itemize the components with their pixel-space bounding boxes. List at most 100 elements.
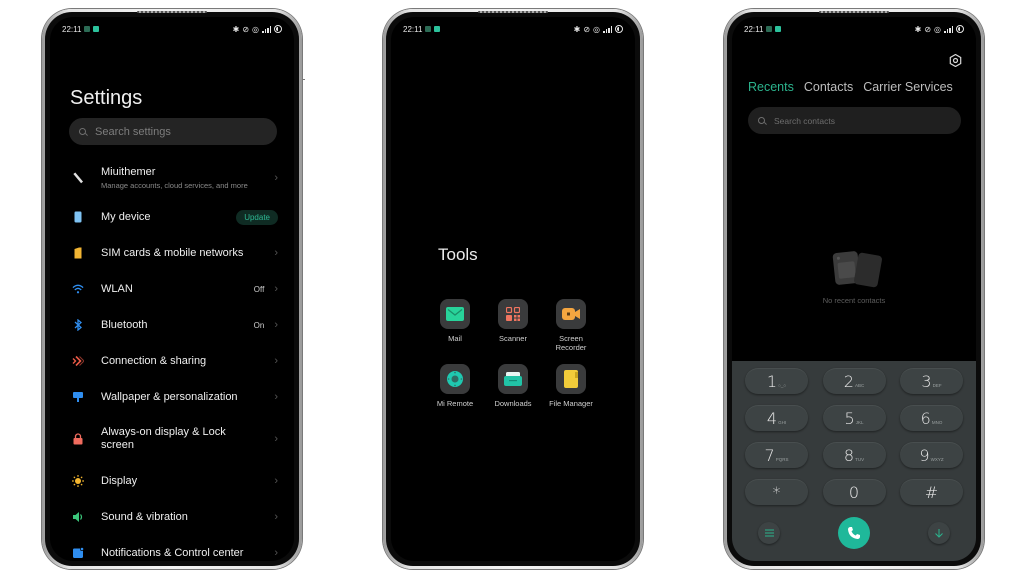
tools-grid: Mail Scanner Screen Recorder Mi Remote D…: [435, 299, 600, 408]
chevron-right-icon: ›: [274, 247, 278, 259]
dialer-tabs: Recents Contacts Carrier Services: [748, 80, 953, 94]
chevron-right-icon: ›: [274, 475, 278, 487]
empty-state-text: No recent contacts: [822, 296, 886, 305]
status-bar: 22:11 ✱ ⊘ ◎: [403, 23, 623, 35]
search-settings-input[interactable]: Search settings: [69, 118, 277, 145]
key-8[interactable]: 8 TUV: [822, 442, 886, 468]
app-label: Mail: [448, 334, 462, 343]
key-letters: PQRS: [775, 457, 789, 462]
vibrate-off-icon: ⊘: [924, 24, 932, 34]
settings-item-wallpaper[interactable]: Wallpaper & personalization ›: [50, 379, 294, 415]
hotspot-icon: ◎: [252, 24, 259, 34]
settings-item-sim-cards[interactable]: SIM cards & mobile networks ›: [50, 235, 294, 271]
wifi-icon: [72, 283, 84, 295]
settings-item-label: SIM cards & mobile networks: [101, 246, 244, 259]
speaker-grille: [137, 11, 207, 13]
app-mi-remote[interactable]: Mi Remote: [435, 364, 475, 408]
phone-bezel: 22:11 ✱ ⊘ ◎ Tools Mail Scanner Screen Re…: [386, 11, 640, 566]
signal-icon: [944, 25, 953, 33]
phone-call-icon: [848, 527, 860, 539]
key-7[interactable]: 7 PQRS: [745, 442, 808, 468]
search-contacts-input[interactable]: Search contacts: [748, 107, 961, 134]
key-9[interactable]: 9 WXYZ: [900, 442, 963, 468]
tab-contacts[interactable]: Contacts: [804, 80, 853, 94]
settings-item-notifications[interactable]: Notifications & Control center ›: [50, 535, 294, 561]
key-2[interactable]: 2 ABC: [822, 368, 886, 394]
call-button[interactable]: [838, 517, 870, 549]
app-notification-icon: [434, 26, 441, 32]
key-letters: JKL: [855, 420, 864, 425]
tools-screen: 22:11 ✱ ⊘ ◎ Tools Mail Scanner Screen Re…: [391, 17, 635, 561]
settings-item-wlan[interactable]: WLAN Off ›: [50, 271, 294, 307]
lock-icon: [72, 433, 84, 445]
update-badge[interactable]: Update: [236, 209, 278, 225]
settings-item-label: Display: [101, 474, 138, 487]
vibrate-off-icon: ⊘: [583, 24, 591, 34]
app-mail[interactable]: Mail: [435, 299, 475, 352]
key-5[interactable]: 5 JKL: [822, 405, 886, 431]
settings-item-label: Always-on display & Lock screen: [101, 426, 226, 451]
app-screen-recorder[interactable]: Screen Recorder: [551, 299, 591, 352]
bluetooth-icon: ✱: [573, 24, 581, 34]
settings-item-account[interactable]: Miuithemer Manage accounts, cloud servic…: [50, 157, 294, 199]
call-notification-icon: [84, 26, 91, 32]
app-downloads[interactable]: Downloads: [493, 364, 533, 408]
vibrate-off-icon: ⊘: [242, 24, 250, 34]
call-notification-icon: [425, 26, 432, 32]
mail-icon: [440, 299, 470, 329]
menu-button[interactable]: [758, 522, 780, 544]
settings-item-label: Miuithemer: [101, 166, 156, 178]
bluetooth-icon: [72, 319, 84, 331]
settings-item-lock-screen[interactable]: Always-on display & Lock screen ›: [50, 415, 294, 463]
key-4[interactable]: 4 GHI: [745, 405, 808, 431]
settings-item-sound[interactable]: Sound & vibration ›: [50, 499, 294, 535]
pen-icon: [72, 172, 84, 184]
tab-carrier-services[interactable]: Carrier Services: [863, 80, 953, 94]
bluetooth-icon: ✱: [232, 24, 240, 34]
key-6[interactable]: 6 MNO: [900, 405, 963, 431]
status-bar: 22:11 ✱ ⊘ ◎: [62, 23, 282, 35]
chevron-right-icon: ›: [274, 283, 278, 295]
bluetooth-icon: ✱: [914, 24, 922, 34]
settings-item-display[interactable]: Display ›: [50, 463, 294, 499]
status-bar: 22:11 ✱ ⊘ ◎: [744, 23, 964, 35]
app-scanner[interactable]: Scanner: [493, 299, 533, 352]
chevron-right-icon: ›: [274, 511, 278, 523]
key-letters: TUV: [855, 457, 865, 462]
speaker-icon: [72, 511, 84, 523]
search-icon: [758, 117, 765, 124]
key-digit: 8: [843, 445, 855, 465]
key-3[interactable]: 3 DEF: [900, 368, 963, 394]
notification-icon: [72, 547, 84, 559]
key-1[interactable]: 1 ○_○: [745, 368, 808, 394]
chevron-right-icon: ›: [274, 433, 278, 445]
key-digit: 5: [844, 408, 855, 428]
side-button: [303, 79, 305, 80]
app-label: Downloads: [494, 399, 532, 408]
collapse-keypad-button[interactable]: [928, 522, 950, 544]
settings-item-connection-sharing[interactable]: Connection & sharing ›: [50, 343, 294, 379]
key-hash[interactable]: #: [900, 479, 963, 505]
search-icon: [79, 128, 86, 135]
call-notification-icon: [766, 26, 773, 32]
phone-dialer: 22:11 ✱ ⊘ ◎ Recents Contacts Carrier Ser…: [724, 9, 984, 569]
dialer-screen: 22:11 ✱ ⊘ ◎ Recents Contacts Carrier Ser…: [732, 17, 976, 561]
settings-item-my-device[interactable]: My device Update: [50, 199, 294, 235]
key-digit: 4: [766, 408, 778, 428]
app-file-manager[interactable]: File Manager: [549, 364, 593, 408]
scanner-icon: [498, 299, 528, 329]
key-0[interactable]: 0: [822, 479, 886, 505]
key-digit: 9: [919, 445, 930, 465]
settings-item-bluetooth[interactable]: Bluetooth On ›: [50, 307, 294, 343]
phone-icon: [72, 211, 84, 223]
key-star[interactable]: *: [745, 479, 808, 505]
search-placeholder: Search settings: [95, 125, 171, 138]
gear-icon[interactable]: [949, 53, 962, 68]
menu-icon: [764, 529, 774, 537]
app-label: Screen Recorder: [555, 334, 587, 352]
key-letters: DEF: [932, 383, 942, 388]
tab-recents[interactable]: Recents: [748, 80, 794, 94]
chevron-right-icon: ›: [274, 355, 278, 367]
app-label: File Manager: [549, 399, 593, 408]
key-letters: MNO: [931, 420, 943, 425]
